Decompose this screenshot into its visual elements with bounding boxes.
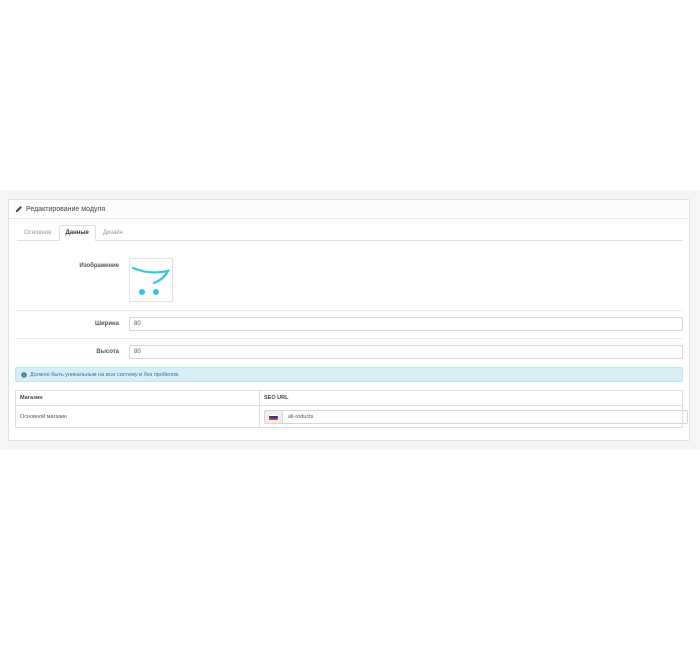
module-edit-panel: Редактирование модуля Основное Данные Ди…	[8, 199, 690, 441]
panel-title: Редактирование модуля	[26, 205, 106, 213]
image-thumbnail[interactable]	[129, 258, 173, 302]
width-value: 80	[134, 321, 141, 327]
info-icon	[21, 371, 27, 378]
language-addon	[264, 410, 282, 424]
info-alert: Должно быть уникальным на всю систему и …	[15, 367, 683, 382]
tab-design[interactable]: Дизайн	[96, 225, 130, 240]
seo-table: Магазин SEO URL Основной магазин all-rod…	[15, 390, 688, 428]
tab-data[interactable]: Данные	[58, 225, 96, 241]
seo-url-input-group: all-roducts	[264, 410, 688, 424]
table-header-seo-url: SEO URL	[264, 395, 289, 401]
divider	[15, 338, 683, 339]
image-label: Изображение	[79, 263, 119, 269]
seo-url-input[interactable]: all-roducts	[282, 410, 688, 424]
russia-flag-icon	[269, 414, 278, 420]
tab-bar: Основное Данные Дизайн	[17, 225, 683, 241]
height-input[interactable]: 80	[129, 345, 683, 359]
seo-url-value: all-roducts	[288, 414, 314, 420]
panel-heading: Редактирование модуля	[9, 200, 689, 219]
pencil-icon	[15, 206, 22, 213]
alert-text: Должно быть уникальным на всю систему и …	[30, 371, 180, 378]
height-value: 80	[134, 349, 141, 355]
divider	[15, 310, 683, 311]
width-input[interactable]: 80	[129, 317, 683, 331]
table-header-store: Магазин	[20, 395, 43, 401]
table-column-divider	[259, 391, 260, 427]
height-label: Высота	[96, 349, 119, 355]
store-name-cell: Основной магазин	[20, 414, 68, 420]
cart-icon	[131, 266, 171, 295]
width-label: Ширина	[94, 321, 119, 327]
tab-general[interactable]: Основное	[17, 225, 59, 240]
